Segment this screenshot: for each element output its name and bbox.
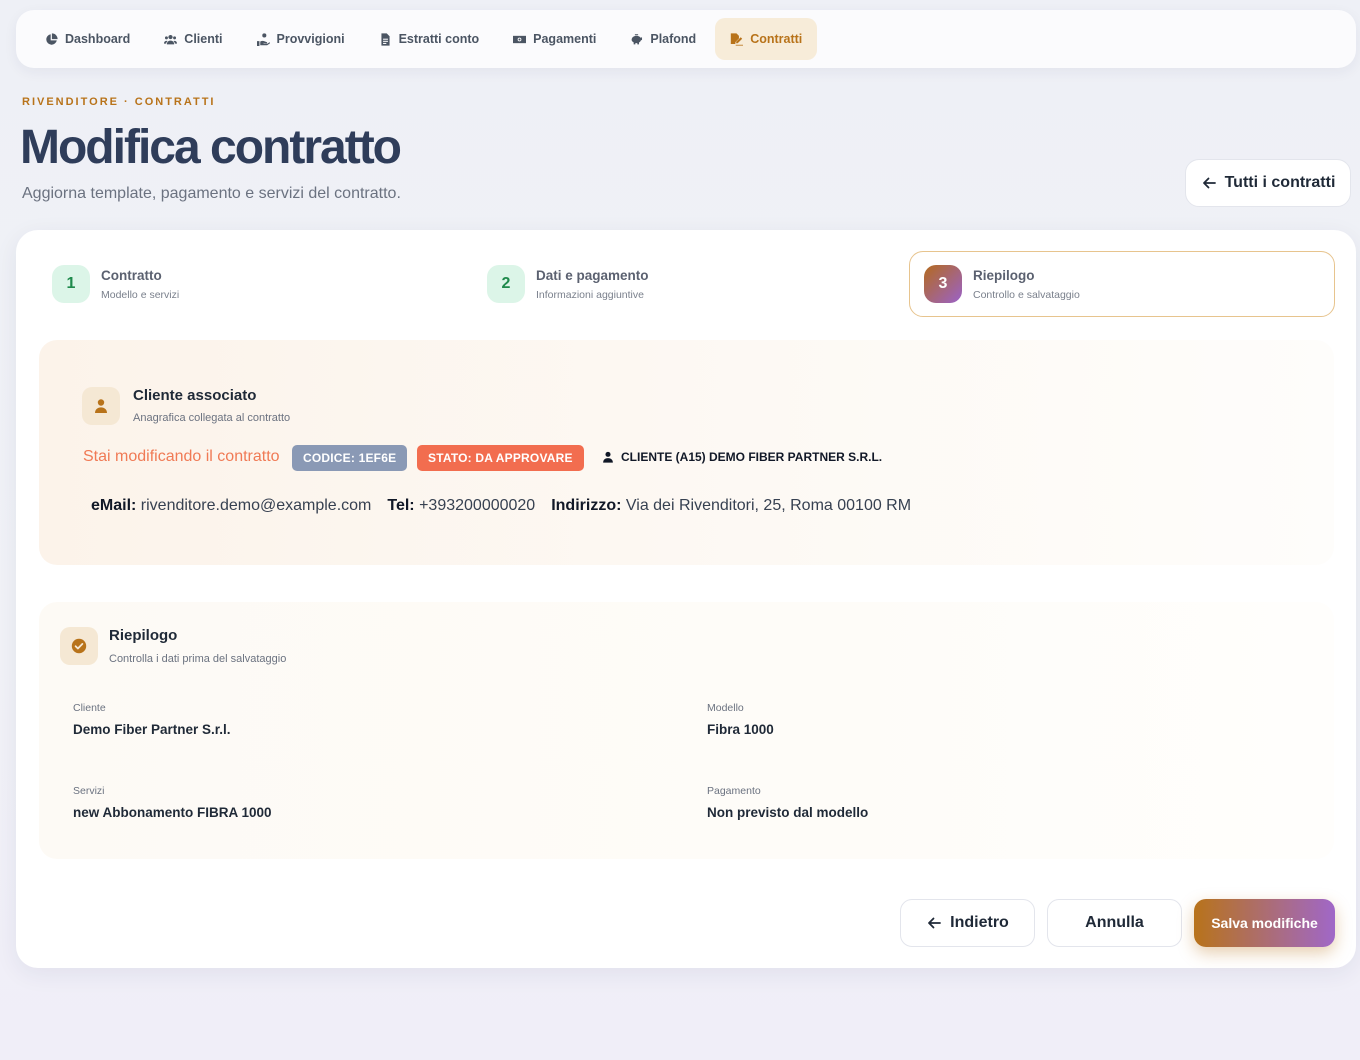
nav-item-label: Estratti conto	[398, 32, 480, 46]
step-contratto[interactable]: 1 Contratto Modello e servizi	[52, 265, 179, 303]
top-navigation: Dashboard Clienti Provvigioni Estratti c…	[16, 10, 1356, 68]
tel-label: Tel:	[387, 497, 415, 514]
step-title: Riepilogo	[973, 267, 1035, 283]
tel-value: +393200000020	[419, 497, 536, 514]
file-invoice-icon	[381, 32, 390, 46]
step-riepilogo[interactable]: 3 Riepilogo Controllo e salvataggio	[909, 251, 1335, 317]
nav-item-label: Dashboard	[65, 32, 131, 46]
nav-item-clienti[interactable]: Clienti	[149, 18, 237, 60]
check-circle-icon	[71, 638, 87, 654]
nav-item-plafond[interactable]: Plafond	[615, 18, 711, 60]
all-contracts-button[interactable]: Tutti i contratti	[1185, 159, 1351, 207]
address-value: Via dei Rivenditori, 25, Roma 00100 RM	[625, 497, 912, 514]
client-reference: CLIENTE (A15) DEMO FIBER PARTNER S.R.L.	[602, 450, 882, 464]
step-desc: Modello e servizi	[101, 288, 180, 301]
users-icon	[164, 34, 178, 44]
summary-pagamento-label: Pagamento	[707, 785, 761, 797]
back-button-label: Indietro	[950, 914, 1009, 931]
contract-wizard-card: 1 Contratto Modello e servizi 2 Dati e p…	[16, 230, 1356, 968]
save-button[interactable]: Salva modifiche	[1194, 899, 1335, 947]
step-number: 1	[52, 265, 90, 303]
email-value: rivenditore.demo@example.com	[140, 497, 372, 514]
step-number: 2	[487, 265, 525, 303]
cancel-button[interactable]: Annulla	[1047, 899, 1182, 947]
nav-item-dashboard[interactable]: Dashboard	[30, 18, 145, 60]
client-panel: Cliente associato Anagrafica collegata a…	[39, 340, 1334, 565]
summary-cliente-label: Cliente	[73, 702, 106, 714]
breadcrumb: RIVENDITORE · CONTRATTI	[22, 96, 216, 108]
arrow-left-icon	[1202, 177, 1216, 189]
nav-item-label: Provvigioni	[276, 32, 345, 46]
arrow-left-icon	[928, 917, 942, 929]
step-title: Contratto	[101, 267, 162, 283]
address-label: Indirizzo:	[551, 497, 622, 514]
nav-item-label: Clienti	[184, 32, 223, 46]
summary-icon-box	[60, 627, 98, 665]
editing-notice: Stai modificando il contratto	[83, 448, 280, 465]
nav-item-contratti[interactable]: Contratti	[715, 18, 818, 60]
money-bill-icon	[513, 35, 527, 43]
step-desc: Informazioni aggiuntive	[536, 288, 644, 301]
client-reference-label: CLIENTE (A15) DEMO FIBER PARTNER S.R.L.	[621, 450, 883, 464]
nav-item-label: Pagamenti	[533, 32, 597, 46]
all-contracts-label: Tutti i contratti	[1224, 174, 1336, 191]
email-label: eMail:	[91, 497, 137, 514]
client-section-desc: Anagrafica collegata al contratto	[133, 412, 291, 424]
hand-coins-icon	[256, 32, 270, 46]
summary-cliente-value: Demo Fiber Partner S.r.l.	[73, 722, 231, 737]
nav-item-label: Plafond	[650, 32, 697, 46]
summary-modello-value: Fibra 1000	[707, 722, 774, 737]
contract-code-badge: CODICE: 1EF6E	[292, 445, 408, 471]
user-icon	[603, 451, 613, 463]
file-signature-icon	[731, 32, 744, 46]
client-section-title: Cliente associato	[133, 387, 257, 404]
summary-title: Riepilogo	[109, 627, 178, 644]
step-number: 3	[924, 265, 962, 303]
page-title: Modifica contratto	[20, 121, 402, 174]
chart-pie-icon	[46, 32, 58, 45]
step-desc: Controllo e salvataggio	[973, 288, 1080, 301]
user-icon	[95, 399, 107, 413]
summary-servizi-value: new Abbonamento FIBRA 1000	[73, 805, 272, 820]
back-button[interactable]: Indietro	[900, 899, 1035, 947]
summary-panel: Riepilogo Controlla i dati prima del sal…	[39, 602, 1334, 859]
page-subtitle: Aggiorna template, pagamento e servizi d…	[22, 185, 401, 202]
piggy-bank-icon	[631, 33, 643, 44]
status-badge: STATO: DA APPROVARE	[417, 445, 584, 471]
client-icon-box	[82, 387, 120, 425]
step-title: Dati e pagamento	[536, 267, 649, 283]
nav-item-label: Contratti	[750, 32, 803, 46]
step-dati-pagamento[interactable]: 2 Dati e pagamento Informazioni aggiunti…	[487, 265, 649, 303]
nav-item-estratti-conto[interactable]: Estratti conto	[364, 18, 495, 60]
nav-item-provvigioni[interactable]: Provvigioni	[242, 18, 360, 60]
summary-pagamento-value: Non previsto dal modello	[707, 805, 869, 820]
summary-desc: Controlla i dati prima del salvataggio	[109, 653, 287, 665]
nav-item-pagamenti[interactable]: Pagamenti	[498, 18, 611, 60]
summary-modello-label: Modello	[707, 702, 744, 714]
summary-servizi-label: Servizi	[73, 785, 105, 797]
client-contact-info: eMail: rivenditore.demo@example.com Tel:…	[91, 497, 911, 515]
